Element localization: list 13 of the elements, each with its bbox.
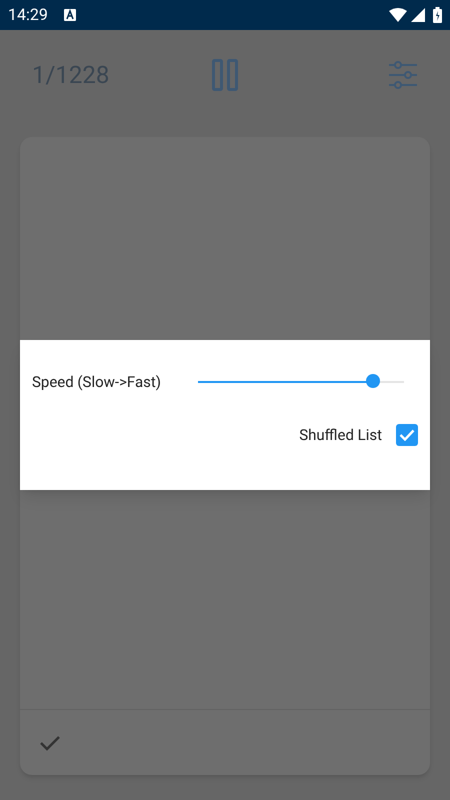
shuffle-label: Shuffled List xyxy=(299,425,382,446)
shuffle-checkbox[interactable] xyxy=(396,424,418,446)
sliders-icon xyxy=(388,61,418,89)
signal-icon xyxy=(411,8,425,22)
keyboard-icon xyxy=(64,9,76,21)
speed-label: Speed (Slow->Fast) xyxy=(32,372,162,393)
speed-slider[interactable] xyxy=(198,374,404,390)
check-icon xyxy=(399,429,415,442)
pause-icon xyxy=(212,59,238,91)
battery-icon xyxy=(433,7,442,23)
status-time: 14:29 xyxy=(8,4,48,26)
check-icon xyxy=(40,734,60,750)
wifi-icon xyxy=(389,8,407,22)
